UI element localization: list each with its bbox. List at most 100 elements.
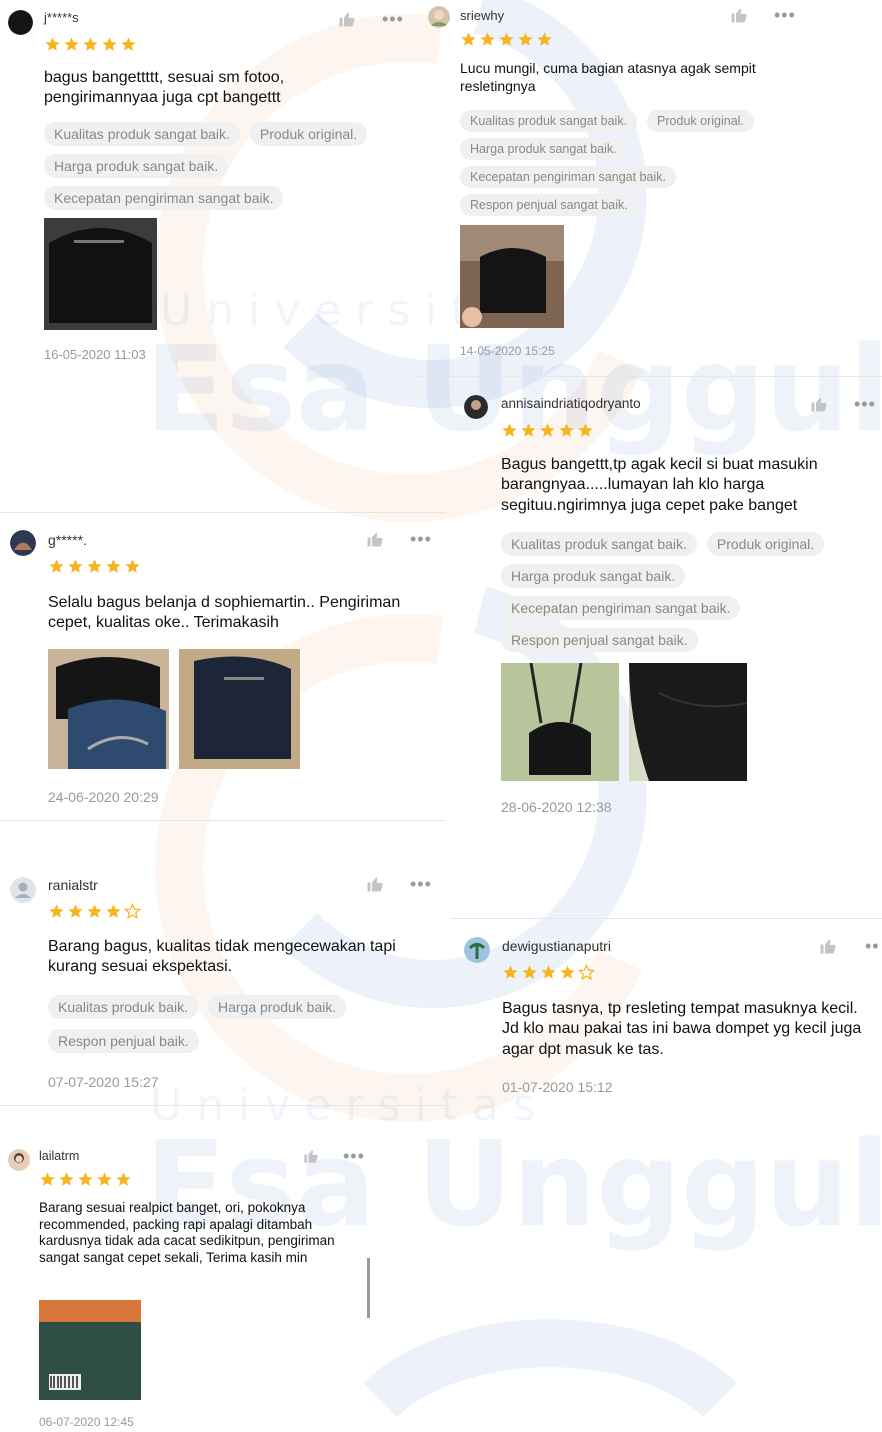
star-filled-icon: [78, 1172, 93, 1186]
thumbs-up-icon[interactable]: [366, 875, 384, 893]
review-card: dewigustianaputri •• Bagus tasnya, tp re…: [464, 935, 882, 1105]
review-tag: Harga produk sangat baik.: [460, 138, 627, 160]
review-date: 28-06-2020 12:38: [501, 799, 612, 815]
star-filled-icon: [502, 423, 517, 437]
review-card: j*****s ••• bagus bangettttt, sesuai sm …: [8, 8, 428, 368]
review-date: 24-06-2020 20:29: [48, 789, 159, 805]
star-filled-icon: [49, 904, 64, 918]
review-tag: Harga produk baik.: [207, 995, 347, 1019]
review-actions: •••: [366, 530, 432, 548]
review-actions: •••: [366, 875, 432, 893]
review-card: g*****. ••• Selalu bagus belanja d sophi…: [10, 527, 440, 817]
avatar[interactable]: [464, 937, 490, 963]
star-filled-icon: [102, 37, 117, 51]
review-tag: Respon penjual sangat baik.: [501, 628, 698, 652]
review-text: Barang sesuai realpict banget, ori, poko…: [39, 1200, 335, 1266]
review-tag: Produk original.: [706, 532, 825, 556]
review-text: Bagus bangettt,tp agak kecil si buat mas…: [501, 456, 818, 514]
thumbs-up-icon[interactable]: [730, 6, 748, 24]
star-filled-icon: [49, 559, 64, 573]
review-tag: Kecepatan pengiriman sangat baik.: [501, 596, 741, 620]
review-photos: [48, 649, 300, 769]
review-tag: Harga produk sangat baik.: [44, 154, 229, 178]
star-filled-icon: [537, 32, 552, 46]
star-empty-icon: [578, 964, 595, 981]
more-dots-icon[interactable]: •••: [774, 6, 796, 24]
review-actions: •••: [338, 10, 404, 28]
thumbs-up-icon[interactable]: [303, 1148, 319, 1164]
review-date: 07-07-2020 15:27: [48, 1074, 159, 1090]
review-photo[interactable]: [629, 663, 747, 781]
username[interactable]: ranialstr: [48, 877, 98, 893]
review-photo[interactable]: [501, 663, 619, 781]
thumbs-up-icon[interactable]: [810, 395, 828, 413]
more-dots-icon[interactable]: •••: [854, 395, 876, 413]
star-filled-icon: [521, 423, 536, 437]
star-filled-icon: [45, 37, 60, 51]
star-filled-icon: [522, 965, 537, 979]
more-dots-icon[interactable]: •••: [410, 875, 432, 893]
username[interactable]: dewigustianaputri: [502, 938, 611, 954]
review-actions: •••: [730, 6, 796, 24]
thumbs-up-icon[interactable]: [366, 530, 384, 548]
review-card: lailatrm ••• Barang sesuai realpict bang…: [8, 1146, 368, 1432]
more-dots-icon[interactable]: ••: [865, 937, 880, 955]
review-tag: Kualitas produk sangat baik.: [44, 122, 240, 146]
username[interactable]: j*****s: [44, 10, 79, 25]
star-filled-icon: [461, 32, 476, 46]
username[interactable]: sriewhy: [460, 8, 504, 23]
review-tag: Produk original.: [647, 110, 754, 132]
review-tag: Kecepatan pengiriman sangat baik.: [44, 186, 284, 210]
star-filled-icon: [540, 423, 555, 437]
review-photo[interactable]: [44, 218, 157, 330]
review-text: Bagus tasnya, tp resleting tempat masukn…: [502, 1000, 862, 1058]
username[interactable]: g*****.: [48, 532, 87, 548]
star-filled-icon: [87, 904, 102, 918]
avatar[interactable]: [8, 1149, 30, 1171]
star-filled-icon: [121, 37, 136, 51]
divider: [0, 820, 446, 821]
star-filled-icon: [116, 1172, 131, 1186]
review-card: annisaindriatiqodryanto ••• Bagus banget…: [464, 393, 882, 823]
star-filled-icon: [503, 965, 518, 979]
avatar[interactable]: [10, 877, 36, 903]
more-dots-icon[interactable]: •••: [343, 1147, 365, 1165]
rating-stars: [502, 964, 595, 981]
star-filled-icon: [106, 904, 121, 918]
username[interactable]: lailatrm: [39, 1149, 79, 1163]
review-tag: Kecepatan pengiriman sangat baik.: [460, 166, 676, 188]
review-text: bagus bangettttt, sesuai sm fotoo, pengi…: [44, 69, 285, 107]
avatar[interactable]: [10, 530, 36, 556]
thumbs-up-icon[interactable]: [819, 937, 837, 955]
review-photo[interactable]: [48, 649, 169, 769]
avatar[interactable]: [8, 10, 33, 35]
more-dots-icon[interactable]: •••: [410, 530, 432, 548]
review-tag: Respon penjual baik.: [48, 1029, 199, 1053]
rating-stars: [39, 1171, 132, 1188]
review-text: Lucu mungil, cuma bagian atasnya agak se…: [460, 60, 756, 94]
review-tag: Kualitas produk baik.: [48, 995, 198, 1019]
star-filled-icon: [559, 423, 574, 437]
star-filled-icon: [125, 559, 140, 573]
review-photo[interactable]: [39, 1300, 141, 1400]
review-actions: ••: [819, 937, 880, 955]
thumbs-up-icon[interactable]: [338, 10, 356, 28]
star-filled-icon: [518, 32, 533, 46]
review-tag: Respon penjual sangat baik.: [460, 194, 638, 216]
review-photo[interactable]: [179, 649, 300, 769]
divider: [0, 1105, 446, 1106]
more-dots-icon[interactable]: •••: [382, 10, 404, 28]
star-filled-icon: [68, 904, 83, 918]
avatar[interactable]: [428, 6, 450, 28]
review-photo[interactable]: [460, 225, 564, 328]
review-photos: [44, 218, 157, 330]
avatar[interactable]: [464, 395, 488, 419]
review-date: 06-07-2020 12:45: [39, 1415, 134, 1429]
star-filled-icon: [560, 965, 575, 979]
rating-stars: [48, 558, 141, 575]
review-tag: Kualitas produk sangat baik.: [460, 110, 638, 132]
star-filled-icon: [40, 1172, 55, 1186]
username[interactable]: annisaindriatiqodryanto: [501, 396, 641, 411]
review-tags: Kualitas produk baik. Harga produk baik. R…: [48, 995, 408, 1053]
star-filled-icon: [480, 32, 495, 46]
